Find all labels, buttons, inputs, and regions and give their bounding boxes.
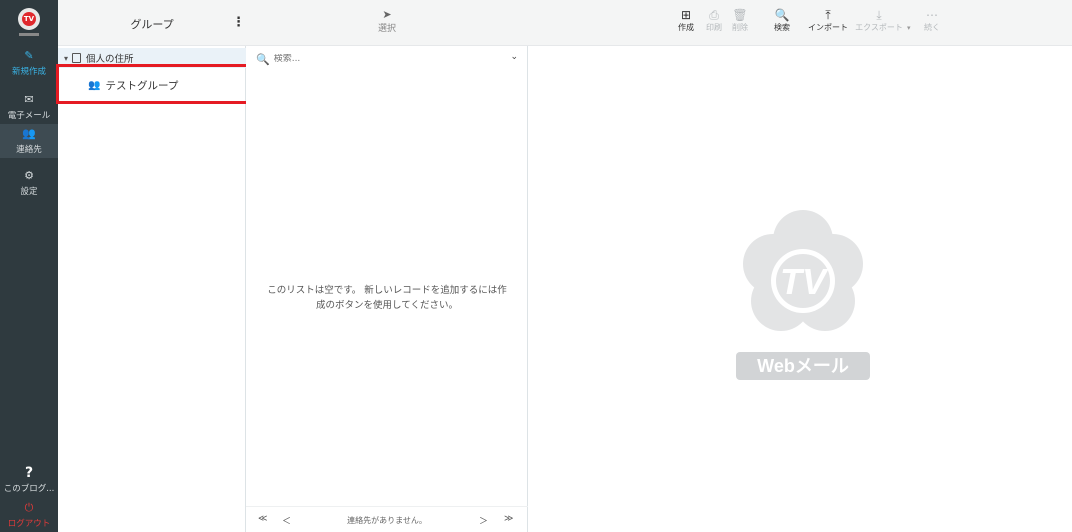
mail-button[interactable]: ✉ 電子メール <box>0 90 58 124</box>
power-icon: ⏻ <box>24 500 34 514</box>
search-bar: 🔍 ⌄ <box>246 48 528 70</box>
last-page-button[interactable]: ≫ <box>504 514 513 524</box>
empty-list-message: このリストは空です。 新しいレコードを追加するには作成のボタンを使用してください… <box>267 285 507 311</box>
envelope-icon: ✉ <box>24 92 34 106</box>
watermark-logo-text: TV <box>780 261 829 302</box>
search-input[interactable] <box>273 54 504 64</box>
pagination: ≪ ＜ 連絡先がありません。 ＞ ≫ <box>246 506 528 532</box>
settings-label: 設定 <box>20 186 38 197</box>
export-label: エクスポート <box>855 23 903 32</box>
delete-label: 削除 <box>732 23 748 32</box>
list-header: ➤ 選択 <box>246 0 528 46</box>
watermark-logo: TV Webメール <box>736 206 870 384</box>
groups-header: グループ ⋮ <box>58 0 246 46</box>
search-icon: 🔍 <box>774 8 790 22</box>
taskmenu: TV ✎ 新規作成 ✉ 電子メール 👥 連絡先 ⚙ 設定 ? このブログ... … <box>0 0 58 532</box>
export-button[interactable]: ⤓ エクスポート <box>850 8 908 33</box>
contacts-list-panel: ➤ 選択 🔍 ⌄ このリストは空です。 新しいレコードを追加するには作成のボタン… <box>246 0 528 532</box>
group-item-test[interactable]: 👥 テストグループ <box>58 70 246 100</box>
delete-button[interactable]: 🗑 削除 <box>722 8 758 33</box>
watermark-label: Webメール <box>736 352 870 380</box>
help-label: このブログ... <box>3 483 55 494</box>
users-icon: 👥 <box>22 126 36 140</box>
addressbook-icon <box>72 53 82 63</box>
chevron-down-icon[interactable]: ▾ <box>64 54 68 63</box>
more-button[interactable]: ⋯ 続く <box>914 8 950 33</box>
logo-subtitle-bar <box>19 33 39 36</box>
next-page-button[interactable]: ＞ <box>479 514 488 527</box>
mail-label: 電子メール <box>7 110 51 121</box>
toolbar: ⊞ 作成 ⎙ 印刷 🗑 削除 🔍 検索 ⤒ インポート ⤓ エクスポート ▾ ⋯… <box>528 0 1072 46</box>
group-item-label: テストグループ <box>105 79 179 92</box>
print-label: 印刷 <box>706 23 722 32</box>
addressbook-label: 個人の住所 <box>86 54 134 65</box>
search-icon: 🔍 <box>256 52 270 66</box>
question-icon: ? <box>24 464 34 481</box>
compose-label: 新規作成 <box>11 66 46 77</box>
users-icon: 👥 <box>88 79 101 91</box>
logo-text: TV <box>22 12 36 26</box>
create-label: 作成 <box>678 23 694 32</box>
more-label: 続く <box>924 23 940 32</box>
compose-icon: ✎ <box>24 48 34 62</box>
logout-label: ログアウト <box>7 518 51 529</box>
gear-icon: ⚙ <box>24 168 34 182</box>
download-icon: ⤓ <box>876 8 882 22</box>
pointer-icon: ➤ <box>382 8 392 21</box>
groups-title: グループ <box>130 18 174 31</box>
ellipsis-icon: ⋯ <box>926 8 938 22</box>
trash-icon: 🗑 <box>732 8 748 22</box>
import-label: インポート <box>808 23 848 32</box>
select-button[interactable]: ➤ 選択 <box>246 8 528 34</box>
settings-button[interactable]: ⚙ 設定 <box>0 166 58 200</box>
groups-panel: グループ ⋮ ▾ 個人の住所 👥 テストグループ <box>58 0 246 532</box>
search-label: 検索 <box>774 23 790 32</box>
app-logo[interactable]: TV <box>0 0 58 44</box>
import-button[interactable]: ⤒ インポート <box>804 8 852 33</box>
watermark-cloud-icon: TV <box>743 210 863 331</box>
contacts-button[interactable]: 👥 連絡先 <box>0 124 58 158</box>
contacts-label: 連絡先 <box>16 144 42 155</box>
chevron-down-icon[interactable]: ⌄ <box>510 52 518 62</box>
content-panel: ⊞ 作成 ⎙ 印刷 🗑 削除 🔍 検索 ⤒ インポート ⤓ エクスポート ▾ ⋯… <box>528 0 1072 532</box>
compose-button[interactable]: ✎ 新規作成 <box>0 46 58 80</box>
search-button[interactable]: 🔍 検索 <box>764 8 800 33</box>
logout-button[interactable]: ⏻ ログアウト <box>0 498 58 532</box>
select-label: 選択 <box>377 24 396 34</box>
help-button[interactable]: ? このブログ... <box>0 462 58 498</box>
logo-icon: TV <box>18 8 40 30</box>
upload-icon: ⤒ <box>825 8 831 22</box>
export-dropdown-icon[interactable]: ▾ <box>907 24 911 32</box>
addressbook-item[interactable]: ▾ 個人の住所 <box>58 48 246 68</box>
groups-options-icon[interactable]: ⋮ <box>232 15 245 30</box>
